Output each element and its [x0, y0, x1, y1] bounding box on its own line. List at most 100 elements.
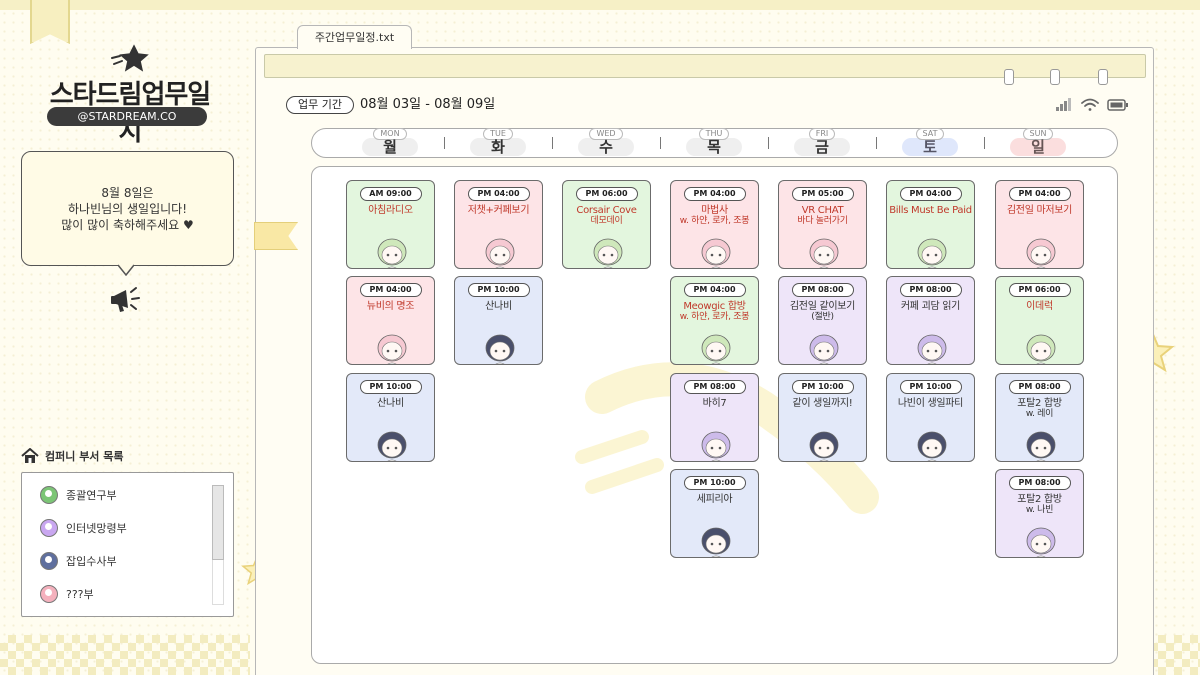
character-avatar-icon	[809, 431, 839, 461]
schedule-card[interactable]: PM 06:00 이데럭	[995, 276, 1084, 365]
card-title-text: 포탈2 합방	[1017, 398, 1062, 409]
weekday-ko-label: 화	[470, 138, 526, 156]
schedule-card[interactable]: PM 10:00 같이 생일까지!	[778, 373, 867, 462]
wifi-icon	[1081, 98, 1099, 111]
card-title-text: 바히7	[702, 398, 727, 409]
weekday-separator	[876, 137, 877, 149]
schedule-card[interactable]: PM 04:00 Meowgic 합방 w. 하얀, 로카, 조봉	[670, 276, 759, 365]
card-subtitle: w. 하얀, 로카, 조봉	[679, 312, 750, 322]
card-title: 이데럭	[998, 301, 1081, 312]
card-subtitle: w. 나빈	[1025, 505, 1054, 515]
card-time: PM 10:00	[899, 380, 962, 394]
weekday-separator	[768, 137, 769, 149]
department-item[interactable]: 인터넷망령부	[40, 518, 127, 538]
schedule-card[interactable]: PM 04:00 마법사 w. 하얀, 로카, 조봉	[670, 180, 759, 269]
schedule-card[interactable]: PM 10:00 산나비	[346, 373, 435, 462]
period-value: 08월 03일 - 08월 09일	[360, 97, 496, 112]
character-avatar-icon	[1026, 527, 1056, 557]
character-avatar-icon	[917, 334, 947, 364]
card-title: 산나비	[457, 301, 540, 312]
weekday-fri: FRI 금	[787, 121, 857, 156]
weekday-ko-label: 월	[362, 138, 418, 156]
schedule-card[interactable]: PM 06:00 Corsair Cove 데모데이	[562, 180, 651, 269]
card-title-text: 저챗+커페보기	[467, 205, 530, 216]
card-subtitle: 데모데이	[590, 216, 623, 226]
schedule-card[interactable]: AM 09:00 아침라디오	[346, 180, 435, 269]
card-time: PM 04:00	[683, 283, 746, 297]
card-subtitle: w. 하얀, 로카, 조봉	[679, 216, 750, 226]
user-avatar-icon	[40, 585, 58, 603]
card-title-text: 포탈2 합방	[1017, 494, 1062, 505]
weekday-ko-label: 수	[578, 138, 634, 156]
card-time: PM 06:00	[575, 187, 638, 201]
card-time: PM 04:00	[899, 187, 962, 201]
schedule-card[interactable]: PM 05:00 VR CHAT 바다 놀러가기	[778, 180, 867, 269]
card-title-text: 뉴비의 명조	[366, 301, 415, 312]
schedule-card[interactable]: PM 10:00 세피리아	[670, 469, 759, 558]
window-control-button[interactable]	[1098, 69, 1108, 85]
signal-icon	[1056, 98, 1071, 111]
schedule-card[interactable]: PM 04:00 김전일 마저보기	[995, 180, 1084, 269]
card-time: PM 05:00	[791, 187, 854, 201]
character-avatar-icon	[701, 431, 731, 461]
schedule-card[interactable]: PM 08:00 포탈2 합방 w. 레이	[995, 373, 1084, 462]
card-subtitle: (절반)	[811, 312, 834, 322]
card-time: PM 04:00	[467, 187, 530, 201]
window-control-button[interactable]	[1050, 69, 1060, 85]
weekday-tue: TUE 화	[463, 121, 533, 156]
card-time: PM 08:00	[1008, 476, 1071, 490]
card-title: 같이 생일까지!	[781, 398, 864, 409]
file-tab[interactable]: 주간업무일정.txt	[297, 25, 412, 49]
character-avatar-icon	[701, 238, 731, 268]
character-avatar-icon	[809, 334, 839, 364]
card-time: PM 10:00	[791, 380, 854, 394]
window-control-button[interactable]	[1004, 69, 1014, 85]
department-label: ???부	[66, 588, 94, 601]
schedule-card[interactable]: PM 08:00 김전일 같이보기 (절반)	[778, 276, 867, 365]
schedule-card[interactable]: PM 08:00 커페 괴담 읽기	[886, 276, 975, 365]
card-title: 나빈이 생일파티	[889, 398, 972, 409]
user-avatar-icon	[40, 519, 58, 537]
scrollbar-thumb[interactable]	[212, 485, 224, 560]
bubble-tail	[118, 264, 134, 276]
shooting-star-icon	[111, 44, 149, 72]
department-item[interactable]: ???부	[40, 584, 94, 604]
card-title: Bills Must Be Paid	[889, 205, 972, 216]
card-title-text: Corsair Cove	[576, 205, 637, 216]
card-time: PM 04:00	[683, 187, 746, 201]
card-title: 김전일 마저보기	[998, 205, 1081, 216]
card-time: AM 09:00	[359, 187, 422, 201]
home-icon	[21, 448, 39, 463]
character-avatar-icon	[377, 431, 407, 461]
schedule-card[interactable]: PM 04:00 Bills Must Be Paid	[886, 180, 975, 269]
schedule-card[interactable]: PM 10:00 나빈이 생일파티	[886, 373, 975, 462]
department-heading-label: 컴퍼니 부서 목록	[45, 450, 124, 463]
checker-left	[0, 635, 250, 675]
character-avatar-icon	[701, 334, 731, 364]
card-title-text: 아침라디오	[368, 205, 413, 216]
department-item[interactable]: 종괄연구부	[40, 485, 117, 505]
schedule-card[interactable]: PM 08:00 포탈2 합방 w. 나빈	[995, 469, 1084, 558]
department-label: 잡입수사부	[66, 555, 117, 568]
period-label: 업무 기간	[286, 96, 354, 114]
schedule-card[interactable]: PM 08:00 바히7	[670, 373, 759, 462]
notice-line: 하나빈님의 생일입니다!	[67, 201, 188, 216]
character-avatar-icon	[485, 334, 515, 364]
card-title-text: 산나비	[377, 398, 404, 409]
card-title: 산나비	[349, 398, 432, 409]
weekday-separator	[552, 137, 553, 149]
card-time: PM 08:00	[683, 380, 746, 394]
card-time: PM 08:00	[791, 283, 854, 297]
department-item[interactable]: 잡입수사부	[40, 551, 117, 571]
schedule-card[interactable]: PM 04:00 저챗+커페보기	[454, 180, 543, 269]
schedule-card[interactable]: PM 04:00 뉴비의 명조	[346, 276, 435, 365]
weekday-separator	[444, 137, 445, 149]
card-title-text: 산나비	[485, 301, 512, 312]
user-avatar-icon	[40, 552, 58, 570]
megaphone-icon	[111, 287, 140, 312]
character-avatar-icon	[1026, 238, 1056, 268]
card-title-text: Meowgic 합방	[683, 301, 746, 312]
schedule-card[interactable]: PM 10:00 산나비	[454, 276, 543, 365]
weekday-separator	[984, 137, 985, 149]
card-title-text: Bills Must Be Paid	[889, 205, 972, 216]
